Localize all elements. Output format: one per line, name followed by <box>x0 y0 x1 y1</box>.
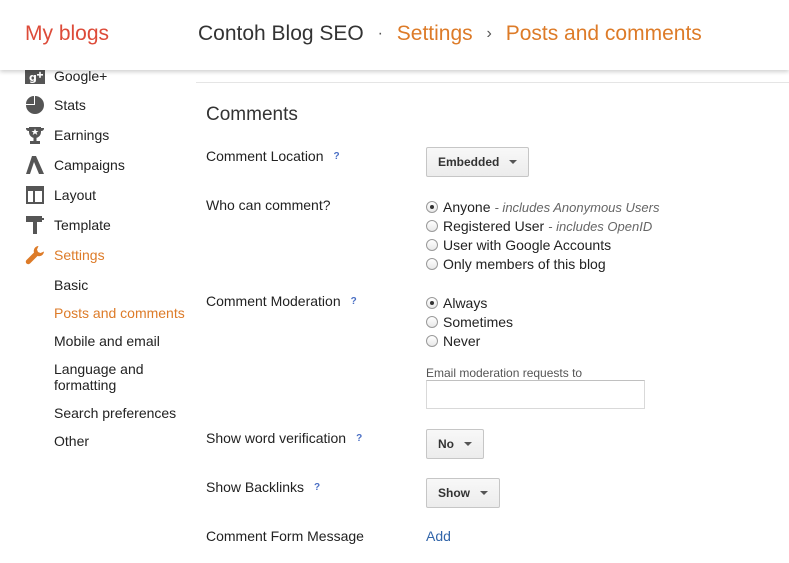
sidebar-item-label: Layout <box>54 187 97 203</box>
comment-form-message-add-link[interactable]: Add <box>426 528 451 544</box>
who-option-note: - includes OpenID <box>548 218 653 234</box>
radio-registered-user[interactable] <box>426 220 438 232</box>
who-can-comment-label: Who can comment? <box>206 197 331 213</box>
breadcrumb-blog-name[interactable]: Contoh Blog SEO <box>198 22 364 45</box>
sidebar-item-label: Settings <box>54 247 105 263</box>
moderation-option-never[interactable]: Never <box>426 332 480 350</box>
who-option-label: Only members of this blog <box>443 256 606 272</box>
campaigns-icon <box>25 155 45 175</box>
who-option-anyone[interactable]: Anyone - includes Anonymous Users <box>426 198 659 216</box>
radio-google-accounts[interactable] <box>426 239 438 251</box>
who-option-label: User with Google Accounts <box>443 237 612 253</box>
sidebar-subitem-posts-and-comments[interactable]: Posts and comments <box>54 305 185 321</box>
breadcrumb: Contoh Blog SEO · Settings › Posts and c… <box>198 22 702 46</box>
sidebar-subitem-mobile-and-email[interactable]: Mobile and email <box>54 333 160 349</box>
word-verification-value: No <box>438 437 454 451</box>
sidebar-item-settings[interactable]: Settings <box>25 244 105 266</box>
comment-moderation-text: Comment Moderation <box>206 293 341 309</box>
who-option-label: Registered User <box>443 218 545 234</box>
sidebar-item-template[interactable]: Template <box>25 214 111 236</box>
sidebar-subitem-other[interactable]: Other <box>54 433 89 449</box>
backlinks-label: Show Backlinks? <box>206 479 320 495</box>
trophy-icon <box>25 125 45 145</box>
who-option-google-accounts[interactable]: User with Google Accounts <box>426 236 611 254</box>
sidebar-item-label: Campaigns <box>54 157 125 173</box>
comment-form-message-label: Comment Form Message <box>206 528 364 544</box>
header-divider <box>196 82 789 83</box>
who-option-members-only[interactable]: Only members of this blog <box>426 255 606 273</box>
sidebar-item-stats[interactable]: Stats <box>25 94 86 116</box>
moderation-option-label: Always <box>443 295 488 311</box>
comment-location-text: Comment Location <box>206 148 324 164</box>
email-moderation-label: Email moderation requests to <box>426 366 583 380</box>
wrench-icon <box>25 245 45 265</box>
comment-location-dropdown[interactable]: Embedded <box>426 147 530 177</box>
sidebar-subitem-basic[interactable]: Basic <box>54 277 88 293</box>
email-moderation-input[interactable] <box>426 380 645 409</box>
sidebar-item-campaigns[interactable]: Campaigns <box>25 154 125 176</box>
word-verification-text: Show word verification <box>206 430 347 446</box>
sidebar-subitem-language-and-formatting[interactable]: Language and formatting <box>54 361 164 393</box>
help-icon[interactable]: ? <box>314 482 320 493</box>
who-option-label: Anyone <box>443 199 491 215</box>
sidebar-item-layout[interactable]: Layout <box>25 184 96 206</box>
sidebar-item-label: Template <box>54 217 111 233</box>
radio-never[interactable] <box>426 335 438 347</box>
help-icon[interactable]: ? <box>356 433 362 444</box>
sidebar-item-label: Google+ <box>54 68 108 84</box>
comment-location-label: Comment Location? <box>206 148 340 164</box>
chevron-down-icon <box>464 442 472 446</box>
stats-pie-icon <box>25 95 45 115</box>
breadcrumb-separator: › <box>486 25 492 42</box>
comment-location-value: Embedded <box>438 155 500 169</box>
sidebar-item-label: Earnings <box>54 127 110 143</box>
backlinks-dropdown[interactable]: Show <box>426 478 500 508</box>
radio-always[interactable] <box>426 297 438 309</box>
sidebar-subitem-search-preferences[interactable]: Search preferences <box>54 405 176 421</box>
word-verification-label: Show word verification? <box>206 430 362 446</box>
radio-members-only[interactable] <box>426 258 438 270</box>
radio-anyone[interactable] <box>426 201 438 213</box>
sidebar-item-label: Stats <box>54 97 86 113</box>
backlinks-text: Show Backlinks <box>206 479 305 495</box>
who-option-registered-user[interactable]: Registered User - includes OpenID <box>426 217 652 235</box>
backlinks-value: Show <box>438 486 470 500</box>
my-blogs-link[interactable]: My blogs <box>25 22 109 46</box>
moderation-option-always[interactable]: Always <box>426 294 487 312</box>
paint-roller-icon <box>25 215 45 235</box>
section-title-comments: Comments <box>206 104 298 125</box>
who-option-note: - includes Anonymous Users <box>494 199 660 215</box>
moderation-option-sometimes[interactable]: Sometimes <box>426 313 513 331</box>
help-icon[interactable]: ? <box>334 151 340 162</box>
moderation-option-label: Never <box>443 333 481 349</box>
svg-text:g: g <box>29 71 37 84</box>
layout-icon <box>25 185 45 205</box>
breadcrumb-current-page: Posts and comments <box>505 22 702 45</box>
chevron-down-icon <box>509 160 518 164</box>
top-header: My blogs Contoh Blog SEO · Settings › Po… <box>0 0 789 70</box>
comment-moderation-label: Comment Moderation? <box>206 293 357 309</box>
breadcrumb-settings[interactable]: Settings <box>397 22 473 45</box>
breadcrumb-separator: · <box>377 25 383 42</box>
chevron-down-icon <box>480 491 488 495</box>
radio-sometimes[interactable] <box>426 316 438 328</box>
moderation-option-label: Sometimes <box>443 314 514 330</box>
help-icon[interactable]: ? <box>351 296 357 307</box>
sidebar-item-earnings[interactable]: Earnings <box>25 124 109 146</box>
word-verification-dropdown[interactable]: No <box>426 429 484 459</box>
